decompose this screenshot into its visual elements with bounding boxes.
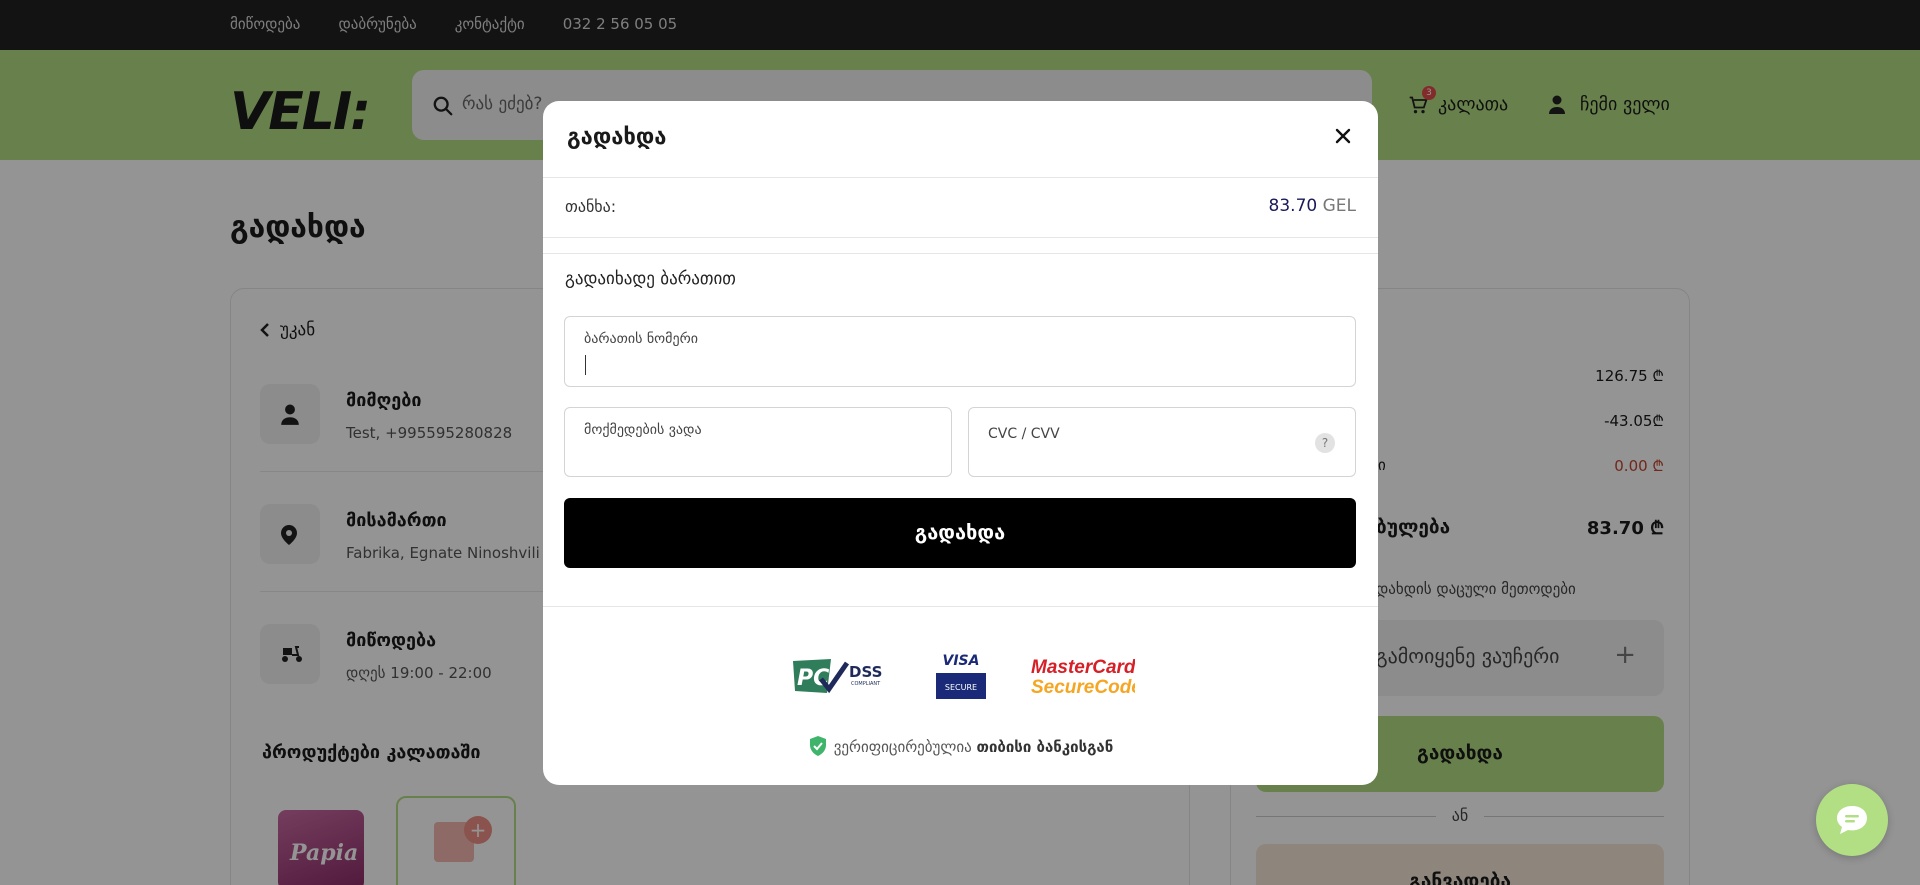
verified-note: ვერიფიცირებულია თიბისი ბანკისგან xyxy=(543,735,1378,757)
pay-button-label: გადახდა xyxy=(914,520,1006,544)
amount-label: თანხა: xyxy=(565,197,617,216)
cvc-label: CVC / CVV xyxy=(988,426,1060,442)
svg-text:SECURE: SECURE xyxy=(945,683,977,692)
visa-secure-logo: VISA SECURE xyxy=(936,653,986,699)
verified-bank: თიბისი ბანკისგან xyxy=(976,738,1114,756)
card-number-label: ბარათის ნომერი xyxy=(584,331,698,347)
shield-check-icon xyxy=(809,736,826,756)
chat-icon xyxy=(1837,806,1867,834)
amount-currency: GEL xyxy=(1322,196,1356,216)
mastercard-securecode-logo: MasterCard. SecureCode. xyxy=(1031,657,1135,697)
expiry-label: მოქმედების ვადა xyxy=(584,422,702,438)
security-badges: PCI DSS COMPLIANT VISA SECURE MasterCard… xyxy=(791,651,1135,701)
amount-value: 83.70 GEL xyxy=(1269,196,1356,216)
pay-by-card-title: გადაიხადე ბარათით xyxy=(565,269,736,289)
expiry-field[interactable]: მოქმედების ვადა xyxy=(564,407,952,477)
amount-number: 83.70 xyxy=(1268,196,1318,216)
payment-modal: გადახდა თანხა: 83.70 GEL გადაიხადე ბარათ… xyxy=(543,101,1378,785)
help-icon[interactable]: ? xyxy=(1315,433,1335,453)
svg-text:VISA: VISA xyxy=(943,653,980,669)
pay-button[interactable]: გადახდა xyxy=(564,498,1356,568)
close-icon[interactable] xyxy=(1330,123,1356,149)
chat-button[interactable] xyxy=(1816,784,1888,856)
svg-text:SecureCode.: SecureCode. xyxy=(1031,677,1135,697)
text-caret xyxy=(585,355,586,375)
pci-dss-logo: PCI DSS COMPLIANT xyxy=(793,659,882,694)
cvc-field[interactable]: CVC / CVV ? xyxy=(968,407,1356,477)
card-number-field[interactable]: ბარათის ნომერი xyxy=(564,316,1356,387)
svg-text:COMPLIANT: COMPLIANT xyxy=(851,681,881,687)
divider xyxy=(543,253,1378,254)
svg-text:DSS: DSS xyxy=(849,663,882,681)
divider xyxy=(543,237,1378,238)
divider xyxy=(543,606,1378,607)
svg-text:MasterCard.: MasterCard. xyxy=(1031,657,1135,678)
divider xyxy=(543,177,1378,178)
verified-prefix: ვერიფიცირებულია xyxy=(833,738,972,756)
modal-title: გადახდა xyxy=(567,125,667,150)
